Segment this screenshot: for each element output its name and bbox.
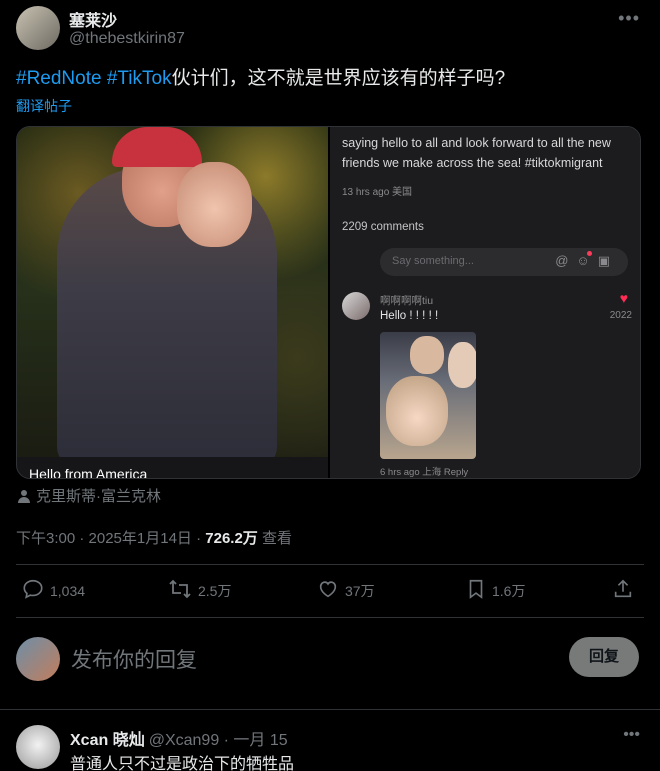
comment-input-icons: @☺▣ (555, 253, 618, 268)
view-count: 726.2万 (205, 530, 258, 547)
like-count: 37万 (345, 582, 375, 599)
photo-caption: Hello from America (29, 466, 148, 479)
comment-input-placeholder: Say something... (392, 255, 474, 267)
reply-count: 1,034 (50, 582, 86, 599)
my-avatar[interactable] (16, 637, 60, 681)
share-icon (612, 578, 634, 603)
tweet-media[interactable]: Hello from America saying hello to all a… (16, 126, 641, 479)
commenter-avatar (342, 292, 370, 320)
post-meta: 13 hrs ago 美国 (342, 187, 413, 198)
more-icon[interactable]: ••• (618, 8, 640, 29)
author-handle[interactable]: @thebestkirin87 (69, 30, 185, 48)
comment-likes: 2022 (609, 310, 632, 321)
photo-red-cap (112, 127, 202, 167)
person-icon (18, 490, 30, 503)
bookmark-count: 1.6万 (492, 582, 526, 599)
reply-author-avatar[interactable] (16, 725, 60, 769)
more-icon[interactable]: ••• (623, 726, 640, 744)
like-icon (317, 578, 339, 603)
reply-author[interactable]: Xcan 晓灿 @Xcan99 · 一月 15 (70, 726, 288, 750)
reply-icon (22, 578, 44, 603)
bookmark-icon (466, 578, 486, 603)
commenter-name: 啊啊啊啊tiu (380, 295, 434, 307)
credit-name: 克里斯蒂·富兰克林 (36, 488, 161, 505)
comment-photo-baby (386, 376, 448, 446)
comment-photo (380, 332, 476, 459)
media-credit[interactable]: 克里斯蒂·富兰克林 (18, 485, 161, 506)
heart-icon: ♥ (619, 290, 628, 306)
reply-author-name: Xcan 晓灿 (70, 732, 145, 749)
reply-input[interactable]: 发布你的回复 (71, 644, 197, 674)
retweet-button[interactable]: 2.5万 (168, 578, 231, 603)
hashtag-rednote[interactable]: #RedNote (16, 68, 102, 89)
comment-screenshot: saying hello to all and look forward to … (330, 127, 640, 478)
divider (16, 617, 644, 618)
share-button[interactable] (612, 578, 640, 603)
tweet-text: #RedNote #TikTok伙计们，这不就是世界应该有的样子吗? (16, 66, 505, 92)
comment-meta: 6 hrs ago 上海 Reply (380, 467, 469, 478)
notification-dot (587, 251, 592, 256)
divider (0, 709, 660, 710)
retweet-icon (168, 578, 192, 603)
comment-input: Say something... @☺▣ (380, 248, 628, 276)
reply-author-handle: @Xcan99 · 一月 15 (148, 732, 288, 749)
comment-photo-face (448, 342, 476, 388)
tweet-timestamp[interactable]: 下午3:00 · 2025年1月14日 · (16, 530, 205, 547)
comment-photo-face (410, 336, 444, 374)
tweet-body: 伙计们，这不就是世界应该有的样子吗? (171, 68, 506, 89)
like-button[interactable]: 37万 (317, 578, 375, 603)
comment-text: Hello ! ! ! ! ! (380, 310, 439, 322)
translate-post-link[interactable]: 翻译帖子 (16, 96, 72, 116)
comment-count: 2209 comments (342, 221, 424, 233)
hashtag-tiktok[interactable]: #TikTok (107, 68, 172, 89)
author-avatar[interactable] (16, 6, 60, 50)
author-name[interactable]: 塞莱沙 (69, 7, 117, 31)
photo-baby-face (177, 162, 252, 247)
divider (16, 564, 644, 565)
tweet-meta: 下午3:00 · 2025年1月14日 · 726.2万 查看 (16, 527, 292, 548)
reply-submit-button[interactable]: 回复 (569, 637, 639, 677)
retweet-count: 2.5万 (198, 582, 232, 599)
view-label: 查看 (257, 530, 292, 547)
reply-text: 普通人只不过是政治下的牺牲品 (70, 756, 295, 771)
reply-button[interactable]: 1,034 (22, 578, 85, 603)
post-text: saying hello to all and look forward to … (342, 136, 611, 170)
family-photo (17, 127, 328, 457)
bookmark-button[interactable]: 1.6万 (466, 578, 525, 603)
